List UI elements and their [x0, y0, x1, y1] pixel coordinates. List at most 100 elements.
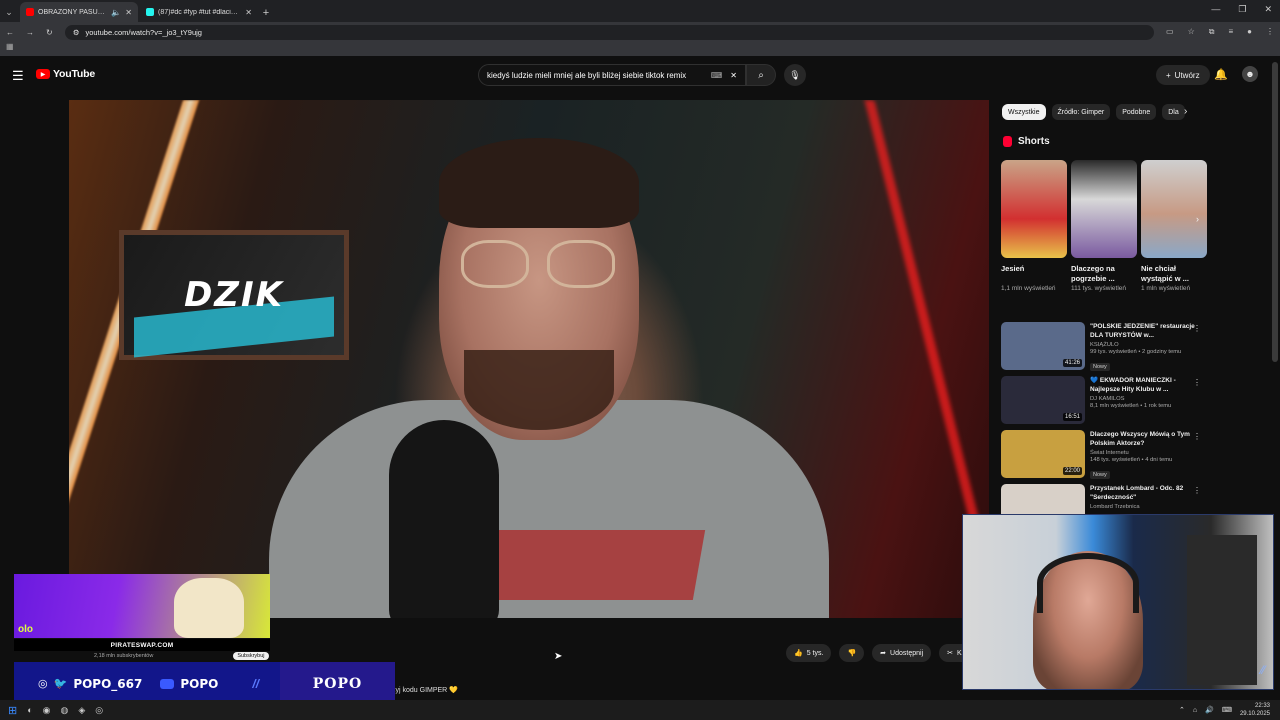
dislike-button[interactable]: 👎 [839, 644, 865, 662]
chip-for-you[interactable]: Dla [1162, 104, 1185, 120]
forward-icon[interactable]: → [26, 28, 34, 37]
tab-active[interactable]: OBRAŻONY PASUT ATAKUJE 🔈 ✕ [20, 2, 138, 22]
chrome-icon[interactable]: ◍ [61, 705, 69, 716]
search-button[interactable]: ⌕ [746, 64, 776, 86]
promo-character [174, 578, 244, 638]
maximize-icon[interactable]: ❐ [1238, 4, 1246, 15]
shorts-next-icon[interactable]: › [1196, 214, 1199, 224]
windows-start-icon[interactable]: ⊞ [8, 704, 17, 717]
short-title[interactable]: Nie chciał wystąpić w ... [1141, 264, 1207, 284]
rec-channel[interactable]: KSIĄŻULO [1090, 342, 1201, 348]
apps-grid-icon[interactable]: ▦ [6, 42, 14, 51]
rec-thumbnail[interactable]: 16:51 [1001, 376, 1085, 424]
short-item[interactable]: Jesień 1,1 mln wyświetleń [1001, 160, 1067, 293]
hamburger-menu-icon[interactable]: ☰ [12, 68, 24, 84]
tab-search-icon[interactable]: ⌄ [0, 2, 18, 22]
recommendation-item[interactable]: 22:00 Dlaczego Wszyscy Mówią o Tym Polsk… [1001, 430, 1201, 484]
tab-inactive[interactable]: (87)#dc #fyp #tut #dlaciebie # ✕ [140, 2, 258, 22]
social-handle: POPO_667 [73, 676, 143, 691]
create-button[interactable]: + Utwórz [1156, 65, 1210, 85]
window-controls: — ❐ ✕ [1211, 4, 1272, 15]
short-thumbnail[interactable] [1001, 160, 1067, 258]
language-icon[interactable]: ⌨ [1222, 706, 1232, 714]
clear-search-icon[interactable]: ✕ [730, 71, 737, 80]
video-player[interactable]: DZIK [69, 100, 989, 618]
more-options-icon[interactable]: ⋮ [1193, 486, 1201, 495]
glasses [461, 240, 621, 290]
short-thumbnail[interactable] [1071, 160, 1137, 258]
steam-icon[interactable]: ◈ [78, 705, 85, 716]
voice-search-button[interactable]: 🎙 [784, 64, 806, 86]
extensions-icon[interactable]: ⧉ [1209, 27, 1215, 37]
back-icon[interactable]: ← [6, 28, 14, 37]
profile-icon[interactable]: ● [1247, 27, 1252, 37]
share-button[interactable]: ➦ Udostępnij [872, 644, 932, 662]
short-item[interactable]: Nie chciał wystąpić w ... 1 mln wyświetl… [1141, 160, 1207, 293]
bookmarks-bar: ▦ [0, 42, 1280, 56]
short-thumbnail[interactable] [1141, 160, 1207, 258]
site-info-icon[interactable]: ⚙ [73, 28, 80, 37]
tab-mute-icon[interactable]: 🔈 [111, 8, 121, 17]
reload-icon[interactable]: ↻ [46, 28, 53, 37]
energy-drink-poster: DZIK [119, 230, 349, 360]
short-title[interactable]: Jesień [1001, 264, 1067, 284]
media-icon[interactable]: ≡ [1228, 27, 1233, 37]
tray-arrow-icon[interactable]: ⌃ [1179, 706, 1185, 714]
rec-title[interactable]: Przystanek Lombard - Odc. 82 "Serdecznoś… [1090, 484, 1201, 502]
minimize-icon[interactable]: — [1211, 4, 1220, 15]
page-scrollbar[interactable] [1272, 62, 1278, 362]
menu-icon[interactable]: ⋮ [1266, 27, 1274, 37]
short-title[interactable]: Dlaczego na pogrzebie ... [1071, 264, 1137, 284]
shorts-heading: Shorts [1003, 136, 1050, 147]
rec-thumbnail[interactable]: 22:00 [1001, 430, 1085, 478]
discord-icon[interactable]: ◉ [43, 705, 51, 716]
account-avatar[interactable]: ☻ [1242, 66, 1258, 82]
more-options-icon[interactable]: ⋮ [1193, 378, 1201, 387]
notifications-bell-icon[interactable]: 🔔 [1214, 68, 1228, 81]
address-bar[interactable]: ⚙ youtube.com/watch?v=_jo3_tY9ujg [64, 24, 1155, 40]
subscribe-button[interactable]: Subskrybuj [233, 652, 269, 660]
app-icon[interactable]: ◎ [95, 705, 103, 716]
webcam-logo-icon: ⁄⁄ [1260, 663, 1265, 677]
rec-title[interactable]: Dlaczego Wszyscy Mówią o Tym Polskim Akt… [1090, 430, 1201, 448]
new-tab-button[interactable]: + [258, 7, 274, 22]
rec-channel[interactable]: Lombard Trzebnica [1090, 504, 1201, 510]
youtube-logo[interactable]: ▶ YouTube [36, 68, 95, 80]
headset [1037, 553, 1139, 613]
volume-icon[interactable]: 🔊 [1205, 706, 1214, 714]
browser-tabstrip: ⌄ OBRAŻONY PASUT ATAKUJE 🔈 ✕ (87)#dc #fy… [0, 0, 1280, 22]
more-options-icon[interactable]: ⋮ [1193, 432, 1201, 441]
like-button[interactable]: 👍 5 tys. [786, 644, 832, 662]
chip-source[interactable]: Źródło: Gimper [1051, 104, 1111, 120]
rec-channel[interactable]: DJ KAMILOS [1090, 396, 1201, 402]
brand-name: POPO [280, 662, 395, 705]
rec-title[interactable]: "POLSKIE JEDZENIE" restauracje DLA TURYS… [1090, 322, 1201, 340]
recommendation-item[interactable]: 16:51 💙 EKWADOR MANIECZKI - Najlepsze Hi… [1001, 376, 1201, 430]
chip-similar[interactable]: Podobne [1116, 104, 1157, 120]
description-snippet[interactable]: żyj kodu GIMPER 💛 [392, 686, 458, 694]
tab-close-icon[interactable]: ✕ [125, 8, 132, 17]
chip-all[interactable]: Wszystkie [1002, 104, 1046, 120]
clock[interactable]: 22:33 29.10.2025 [1240, 702, 1270, 718]
more-options-icon[interactable]: ⋮ [1193, 324, 1201, 333]
channel-row: 2,18 mln subskrybentów Subskrybuj [14, 651, 270, 661]
search-input[interactable]: kiedyś ludzie mieli mniej ale byli bliże… [478, 64, 746, 86]
shorts-shelf: Jesień 1,1 mln wyświetleń Dlaczego na po… [1001, 160, 1207, 293]
chips-next-icon[interactable]: › [1184, 106, 1187, 117]
rec-thumbnail[interactable]: 41:26 [1001, 322, 1085, 370]
tab-close-icon[interactable]: ✕ [245, 8, 252, 17]
recommendation-item[interactable]: 41:26 "POLSKIE JEDZENIE" restauracje DLA… [1001, 322, 1201, 376]
webcam-shelf [1187, 535, 1257, 685]
keyboard-icon[interactable]: ⌨ [711, 71, 723, 80]
network-icon[interactable]: ⌂ [1193, 707, 1197, 714]
rec-title[interactable]: 💙 EKWADOR MANIECZKI - Najlepsze Hity Klu… [1090, 376, 1201, 394]
cast-icon[interactable]: ▭ [1166, 27, 1174, 37]
close-window-icon[interactable]: ✕ [1264, 4, 1272, 15]
bookmark-star-icon[interactable]: ☆ [1188, 27, 1195, 37]
tab-title: OBRAŻONY PASUT ATAKUJE [38, 8, 108, 16]
short-item[interactable]: Dlaczego na pogrzebie ... 111 tys. wyświ… [1071, 160, 1137, 293]
tiktok-favicon-icon [146, 8, 154, 16]
app-icon[interactable]: ◐ [27, 705, 32, 715]
system-tray: ⌃ ⌂ 🔊 ⌨ 22:33 29.10.2025 [1179, 700, 1270, 720]
rec-channel[interactable]: Świat Internetu [1090, 450, 1201, 456]
